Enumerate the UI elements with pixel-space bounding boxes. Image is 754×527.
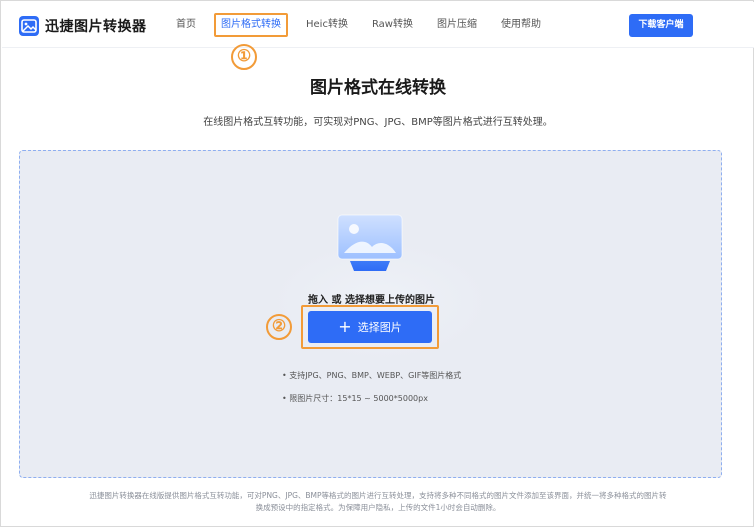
nav-raw-convert[interactable]: Raw转换 (366, 13, 419, 37)
browser-frame: 迅捷图片转换器 首页 图片格式转换 Heic转换 Raw转换 图片压缩 使用帮助… (0, 0, 754, 527)
footer-line-2: 换成预设中的指定格式。为保障用户隐私，上传的文件1小时会自动删除。 (255, 503, 501, 512)
image-upload-illustration-icon (336, 213, 404, 273)
image-logo-icon (19, 16, 39, 36)
select-button-highlight: + 选择图片 (301, 305, 439, 349)
upload-drop-zone[interactable]: 拖入 或 选择想要上传的图片 + 选择图片 • 支持JPG、PNG、BMP、WE… (19, 150, 722, 478)
upload-info-list: • 支持JPG、PNG、BMP、WEBP、GIF等图片格式 • 限图片尺寸：15… (282, 370, 461, 416)
nav-image-format-convert[interactable]: 图片格式转换 (214, 13, 288, 37)
nav-image-compress[interactable]: 图片压缩 (431, 13, 483, 37)
step-marker-2: ② (266, 314, 292, 340)
drop-hint-text: 拖入 或 选择想要上传的图片 (308, 295, 435, 306)
step-marker-1: ① (231, 44, 257, 70)
download-client-button[interactable]: 下载客户端 (629, 14, 693, 37)
logo[interactable]: 迅捷图片转换器 (19, 15, 147, 37)
footer-description: 迅捷图片转换器在线版提供图片格式互转功能，可对PNG、JPG、BMP等格式的图片… (41, 490, 715, 514)
info-size-limit: • 限图片尺寸：15*15 ~ 5000*5000px (282, 394, 428, 403)
plus-icon: + (338, 317, 352, 336)
main-nav: 首页 图片格式转换 Heic转换 Raw转换 图片压缩 使用帮助 (170, 12, 559, 38)
nav-heic-convert[interactable]: Heic转换 (300, 13, 354, 37)
page-title: 图片格式在线转换 (310, 78, 446, 98)
footer-line-1: 迅捷图片转换器在线版提供图片格式互转功能，可对PNG、JPG、BMP等格式的图片… (89, 491, 667, 500)
nav-help[interactable]: 使用帮助 (495, 13, 547, 37)
select-image-label: 选择图片 (357, 321, 402, 334)
top-header: 迅捷图片转换器 首页 图片格式转换 Heic转换 Raw转换 图片压缩 使用帮助… (2, 2, 754, 48)
logo-text: 迅捷图片转换器 (45, 19, 147, 35)
info-supported-formats: • 支持JPG、PNG、BMP、WEBP、GIF等图片格式 (282, 371, 462, 380)
page-subtitle: 在线图片格式互转功能，可实现对PNG、JPG、BMP等图片格式进行互转处理。 (203, 117, 553, 128)
nav-home[interactable]: 首页 (170, 13, 202, 37)
select-image-button[interactable]: + 选择图片 (308, 311, 432, 343)
